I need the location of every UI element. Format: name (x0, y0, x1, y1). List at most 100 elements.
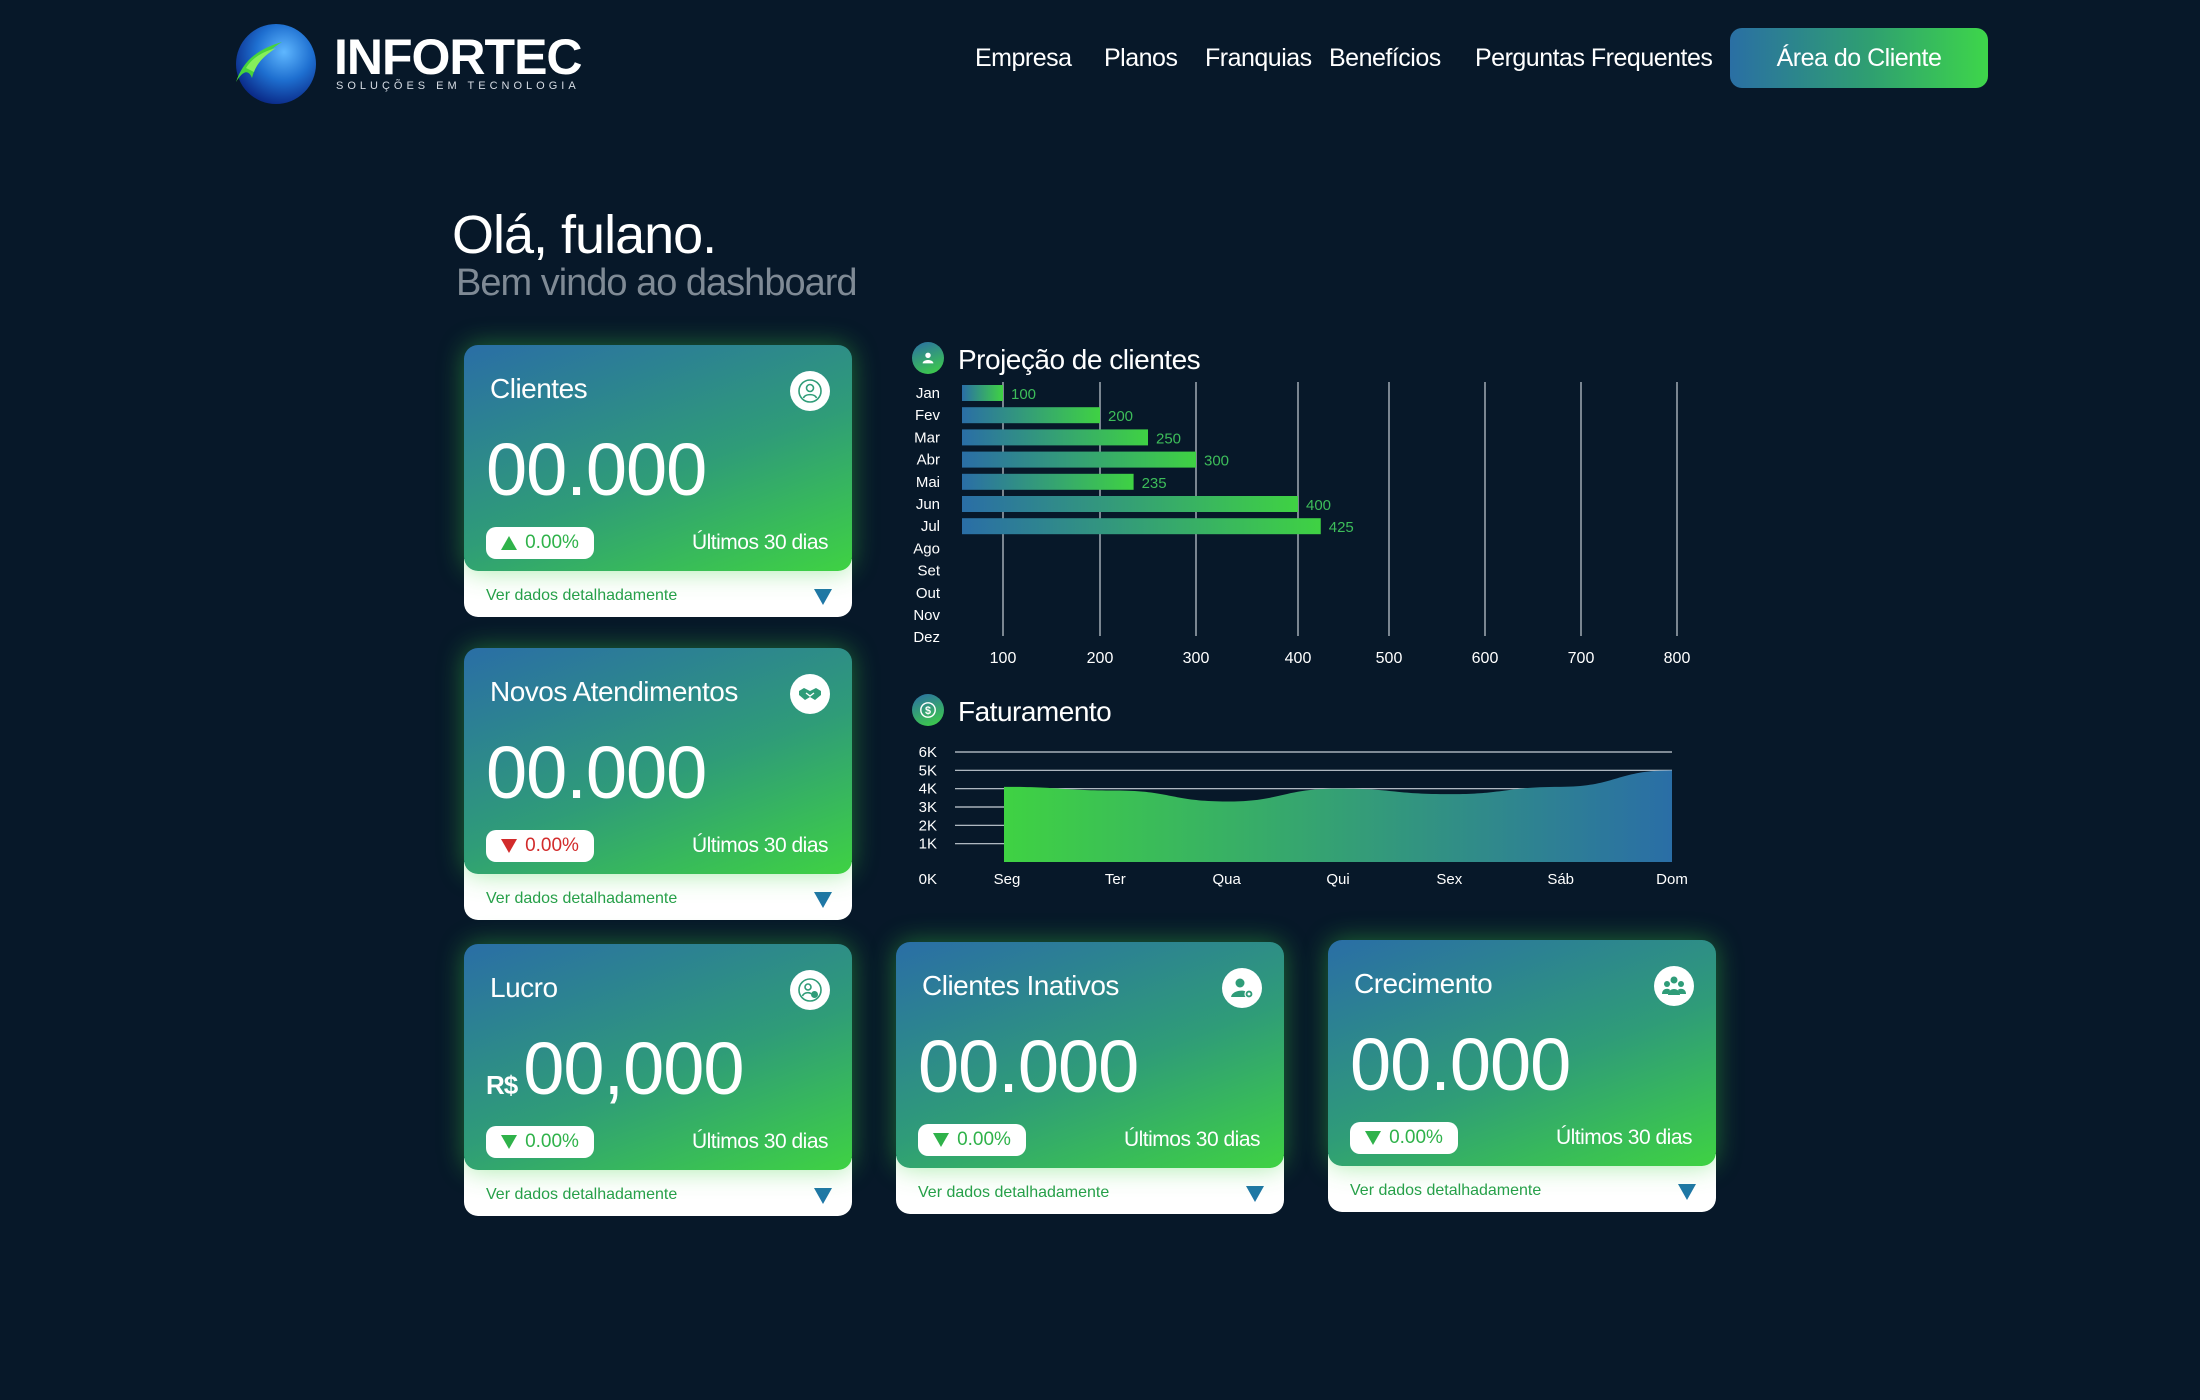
card-title: Crecimento (1354, 968, 1493, 999)
x-category-label: Ter (1105, 871, 1126, 888)
view-details-link[interactable]: Ver dados detalhadamente (1350, 1182, 1541, 1200)
change-badge: 0.00% (918, 1124, 1026, 1156)
card-value-number: 00.000 (486, 731, 707, 814)
card-period: Últimos 30 dias (691, 531, 829, 554)
bar (962, 473, 1134, 490)
x-category-label: Seg (994, 871, 1021, 888)
handshake-icon (790, 674, 830, 714)
bar (962, 407, 1100, 424)
bar (962, 429, 1148, 446)
change-value: 0.00% (957, 1129, 1011, 1150)
nav-franquias[interactable]: Franquias (1205, 44, 1312, 73)
card-value-number: 00.000 (918, 1025, 1139, 1108)
chevron-down-icon[interactable] (1246, 1186, 1264, 1202)
change-badge: 0.00% (486, 830, 594, 862)
x-category-label: Qua (1212, 871, 1241, 888)
x-tick-label: 400 (1285, 650, 1312, 667)
y-category-label: Dez (913, 629, 940, 646)
y-category-label: Nov (913, 607, 940, 624)
change-value: 0.00% (525, 835, 579, 856)
view-details-link[interactable]: Ver dados detalhadamente (486, 890, 677, 908)
bar-value-label: 400 (1306, 497, 1331, 514)
revenue-area-chart: 0K 1K 2K3K4K 5K6K Seg Ter Qua Qui Sex Sáb Dom (919, 744, 1688, 888)
revenue-chart-header: $ Faturamento (912, 694, 1312, 728)
bar-value-label: 200 (1108, 408, 1133, 425)
card-body: Lucro R$00,000 0.00% Últimos 30 dias (464, 944, 852, 1170)
projection-chart-title: Projeção de clientes (958, 344, 1201, 375)
view-details-link[interactable]: Ver dados detalhadamente (486, 1186, 677, 1204)
greeting-subtitle: Bem vindo ao dashboard (456, 262, 858, 304)
card-period: Últimos 30 dias (1555, 1126, 1693, 1149)
y-category-label: Mai (916, 474, 940, 491)
chevron-down-icon[interactable] (814, 1188, 832, 1204)
view-details-link[interactable]: Ver dados detalhadamente (918, 1184, 1109, 1202)
nav-beneficios[interactable]: Benefícios (1329, 44, 1441, 73)
card-lucro[interactable]: Ver dados detalhadamente Lucro R$00,000 … (464, 944, 852, 1216)
card-body: Novos Atendimentos 00.000 0.00% Últimos … (464, 648, 852, 874)
card-clientes-inativos[interactable]: Ver dados detalhadamente Clientes Inativ… (896, 942, 1284, 1214)
y-tick-label: 2K (919, 817, 937, 834)
card-value-number: 00.000 (486, 428, 707, 511)
change-value: 0.00% (1389, 1127, 1443, 1148)
bar-value-label: 235 (1142, 475, 1167, 492)
bar (962, 451, 1196, 468)
projection-chart-header: Projeção de clientes (912, 342, 1312, 376)
nav-planos[interactable]: Planos (1104, 44, 1178, 73)
card-clientes[interactable]: Ver dados detalhadamente Clientes 00.000… (464, 345, 852, 617)
x-tick-label: 600 (1472, 650, 1499, 667)
y-category-label: Fev (915, 407, 941, 424)
brand-tagline: SOLUÇÕES EM TECNOLOGIA (336, 80, 580, 92)
chevron-down-icon[interactable] (814, 589, 832, 605)
x-tick-label: 300 (1183, 650, 1210, 667)
change-value: 0.00% (525, 532, 579, 553)
trend-down-icon (933, 1133, 950, 1147)
x-tick-label: 800 (1664, 650, 1691, 667)
y-category-label: Jul (921, 518, 940, 535)
card-title: Clientes (490, 373, 588, 404)
chevron-down-icon[interactable] (1678, 1184, 1696, 1200)
card-crecimento[interactable]: Ver dados detalhadamente Crecimento 00.0… (1328, 940, 1716, 1212)
y-category-label: Mar (914, 429, 940, 446)
user-settings-icon (1222, 968, 1262, 1008)
x-category-label: Dom (1656, 871, 1688, 888)
revenue-area (1004, 770, 1672, 862)
group-icon (1654, 966, 1694, 1006)
card-title: Lucro (490, 972, 558, 1003)
greeting-title: Olá, fulano. (452, 205, 717, 265)
y-tick-label: 4K (919, 781, 937, 798)
bar-value-label: 100 (1011, 386, 1036, 403)
x-tick-label: 100 (990, 650, 1017, 667)
y-category-label: Ago (913, 540, 940, 557)
card-body: Crecimento 00.000 0.00% Últimos 30 dias (1328, 940, 1716, 1166)
trend-down-icon (501, 839, 518, 853)
bar-value-label: 300 (1204, 453, 1229, 470)
x-tick-label: 700 (1568, 650, 1595, 667)
card-value: 00.000 (1350, 1022, 1571, 1107)
user-circle-icon (790, 371, 830, 411)
card-value: R$00,000 (486, 1026, 745, 1111)
card-title: Novos Atendimentos (490, 676, 738, 707)
nav-empresa[interactable]: Empresa (975, 44, 1072, 73)
card-novos-atendimentos[interactable]: Ver dados detalhadamente Novos Atendimen… (464, 648, 852, 920)
chevron-down-icon[interactable] (814, 892, 832, 908)
currency-symbol: R$ (486, 1070, 518, 1100)
revenue-chart-title: Faturamento (958, 696, 1112, 727)
nav-perguntas-frequentes[interactable]: Perguntas Frequentes (1475, 44, 1713, 73)
card-value-number: 00,000 (523, 1027, 744, 1110)
x-category-label: Qui (1326, 871, 1349, 888)
card-period: Últimos 30 dias (691, 1130, 829, 1153)
y-category-label: Abr (917, 452, 940, 469)
bar (962, 385, 1003, 401)
card-period: Últimos 30 dias (1123, 1128, 1261, 1151)
y-tick-label: 1K (919, 836, 937, 853)
y-category-label: Jan (916, 385, 940, 402)
bar-value-label: 425 (1329, 519, 1354, 536)
y-category-label: Out (916, 585, 941, 602)
client-area-button[interactable]: Área do Cliente (1730, 28, 1988, 88)
y-tick-label: 5K (919, 762, 937, 779)
user-money-icon (790, 970, 830, 1010)
view-details-link[interactable]: Ver dados detalhadamente (486, 587, 677, 605)
card-value: 00.000 (486, 730, 707, 815)
change-badge: 0.00% (486, 527, 594, 559)
trend-down-icon (501, 1135, 518, 1149)
